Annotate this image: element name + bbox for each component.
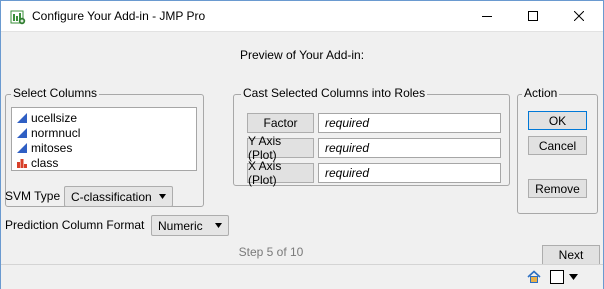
prediction-format-label: Prediction Column Format <box>5 218 145 232</box>
ok-button[interactable]: OK <box>528 111 587 130</box>
column-label: normnucl <box>31 125 81 140</box>
factor-role-field[interactable]: required <box>318 113 501 133</box>
continuous-column-icon <box>16 142 28 154</box>
close-button[interactable] <box>556 1 602 31</box>
prediction-format-select[interactable]: Numeric <box>151 215 229 236</box>
x-axis-role-field[interactable]: required <box>318 163 501 183</box>
maximize-button[interactable] <box>510 1 556 31</box>
svm-type-label: SVM Type <box>5 189 61 203</box>
columns-listbox[interactable]: ucellsize normnucl mitoses class <box>11 107 197 171</box>
cast-roles-title: Cast Selected Columns into Roles <box>241 86 428 100</box>
svm-type-select[interactable]: C-classification <box>64 186 173 207</box>
continuous-column-icon <box>16 127 28 139</box>
list-item[interactable]: class <box>12 155 196 170</box>
list-item[interactable]: normnucl <box>12 125 196 140</box>
minimize-button[interactable] <box>464 1 510 31</box>
close-icon <box>574 11 584 21</box>
list-item[interactable]: mitoses <box>12 140 196 155</box>
action-panel: Action OK Cancel Remove <box>517 86 598 214</box>
preview-label: Preview of Your Add-in: <box>239 48 365 62</box>
column-label: mitoses <box>31 140 73 155</box>
status-bar <box>1 264 603 289</box>
chevron-down-icon <box>159 194 166 199</box>
nominal-column-icon <box>16 157 28 169</box>
list-item[interactable]: ucellsize <box>12 110 196 125</box>
select-columns-title: Select Columns <box>11 86 100 100</box>
cancel-button[interactable]: Cancel <box>528 136 587 155</box>
chevron-down-icon <box>215 223 222 228</box>
continuous-column-icon <box>16 112 28 124</box>
y-axis-role-field[interactable]: required <box>318 138 501 158</box>
y-axis-role-button[interactable]: Y Axis (Plot) <box>247 134 314 162</box>
factor-role-button[interactable]: Factor <box>247 113 314 133</box>
column-label: ucellsize <box>31 110 78 125</box>
window-list-icon[interactable] <box>549 269 565 285</box>
window-title: Configure Your Add-in - JMP Pro <box>32 9 206 23</box>
dialog-content: Preview of Your Add-in: Select Columns u… <box>1 31 603 289</box>
home-window-icon[interactable] <box>525 269 543 285</box>
chevron-down-icon[interactable] <box>567 269 579 285</box>
svm-type-value: C-classification <box>71 189 152 204</box>
x-axis-role-button[interactable]: X Axis (Plot) <box>247 159 314 187</box>
maximize-icon <box>528 11 538 21</box>
minimize-icon <box>482 16 492 17</box>
step-indicator: Step 5 of 10 <box>238 245 304 259</box>
prediction-format-value: Numeric <box>158 218 203 233</box>
title-bar: Configure Your Add-in - JMP Pro <box>1 1 603 31</box>
next-button[interactable]: Next <box>542 245 600 265</box>
remove-button[interactable]: Remove <box>528 179 587 198</box>
configure-addin-window: Configure Your Add-in - JMP Pro Preview … <box>0 0 604 289</box>
jmp-addin-icon <box>10 9 26 25</box>
column-label: class <box>31 155 59 170</box>
action-title: Action <box>522 86 560 100</box>
cast-roles-panel: Cast Selected Columns into Roles Factor … <box>233 86 510 187</box>
